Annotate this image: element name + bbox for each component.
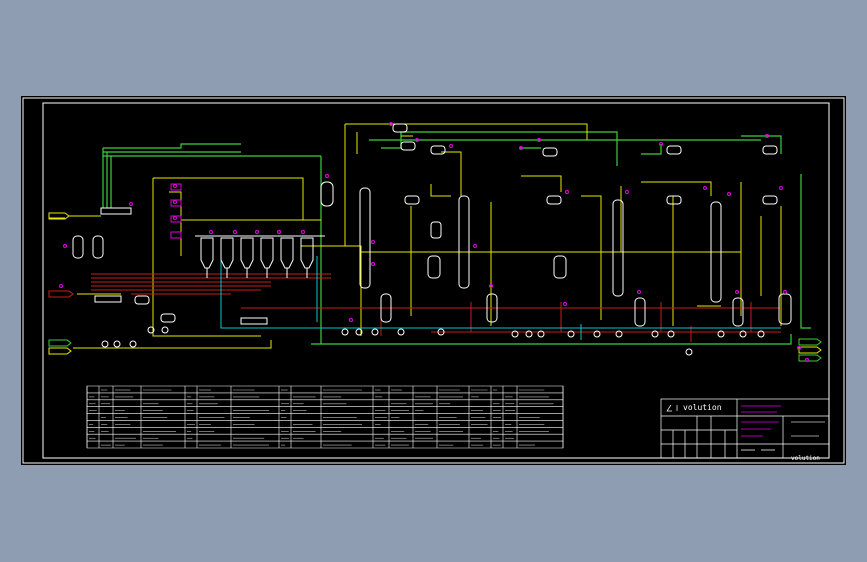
- condenser-top-2: [400, 141, 416, 151]
- mixing-manifold-2: [240, 317, 268, 325]
- condenser-top-6: [762, 145, 778, 155]
- condenser-top-4: [542, 147, 558, 157]
- heater-1: [134, 295, 150, 305]
- drawing-sheet: volution volution: [21, 96, 846, 465]
- receiver-1: [430, 221, 442, 239]
- condenser-top-3: [430, 145, 446, 155]
- distillation-column-2: [458, 195, 470, 289]
- condenser-top-1: [392, 123, 408, 133]
- red-process-lines: [91, 273, 781, 342]
- title-block-logo: volution: [683, 403, 722, 412]
- surge-tank-1: [72, 235, 84, 259]
- condenser-mid-4: [762, 195, 778, 205]
- cyan-process-lines: [220, 250, 781, 340]
- reboiler-3: [634, 297, 646, 327]
- process-flow-diagram: volution volution: [22, 97, 845, 464]
- mixing-manifold-1: [94, 295, 122, 303]
- condenser-mid-2: [546, 195, 562, 205]
- receiver-2: [427, 255, 441, 279]
- title-block-footer: volution: [791, 455, 820, 462]
- equipment-list-table: [86, 385, 564, 449]
- inlet-arrows-left: [48, 212, 74, 355]
- receiver-3: [553, 255, 567, 279]
- instrument-tags: [59, 122, 809, 362]
- distributor-manifold: [100, 207, 132, 215]
- condenser-mid-3: [666, 195, 682, 205]
- condenser-mid-1: [404, 195, 420, 205]
- feed-tank: [320, 181, 334, 207]
- cad-viewer-canvas[interactable]: volution volution: [0, 0, 867, 562]
- title-block: volution volution: [660, 398, 830, 462]
- surge-tank-2: [92, 235, 104, 259]
- reactor-battery: [195, 235, 325, 278]
- condenser-top-5: [666, 145, 682, 155]
- heater-2: [160, 313, 176, 323]
- pump-row: [101, 326, 765, 356]
- outlet-arrows-right: [798, 338, 822, 362]
- yellow-process-lines: [69, 123, 782, 349]
